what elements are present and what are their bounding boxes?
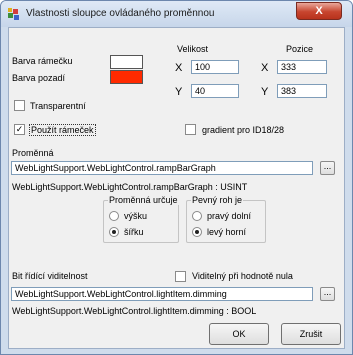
radio-bottom-right-label: pravý dolní [207, 211, 252, 221]
title-bar[interactable]: Vlastnosti sloupce ovládaného proměnnou … [1, 1, 352, 27]
size-x-input[interactable]: 100 [191, 60, 239, 74]
transparent-checkbox[interactable] [14, 100, 25, 111]
ok-button[interactable]: OK [209, 323, 269, 345]
window-title: Vlastnosti sloupce ovládaného proměnnou [26, 8, 215, 19]
position-label: Pozice [286, 44, 314, 54]
visible-zero-label: Viditelný při hodnotě nula [192, 271, 293, 281]
size-y-label: Y [175, 86, 183, 98]
determines-group: Proměnná určuje výšku šířku [103, 195, 179, 243]
size-label: Velikost [177, 44, 209, 54]
radio-height[interactable] [109, 211, 119, 221]
pos-x-input[interactable]: 333 [277, 60, 327, 74]
gradient-checkbox[interactable] [185, 124, 196, 135]
dialog-window: Vlastnosti sloupce ovládaného proměnnou … [0, 0, 353, 355]
radio-width-label: šířku [124, 227, 144, 237]
radio-bottom-right[interactable] [192, 211, 202, 221]
gradient-label: gradient pro ID18/28 [202, 125, 285, 135]
pos-y-input[interactable]: 383 [277, 84, 327, 98]
visibility-label: Bit řídící viditelnost [12, 271, 88, 281]
background-color-swatch[interactable] [110, 70, 143, 84]
visible-zero-checkbox[interactable] [175, 271, 186, 282]
pos-y-label: Y [261, 86, 269, 98]
use-frame-label: Použít rámeček [29, 124, 96, 136]
variable-label: Proměnná [12, 148, 54, 158]
visibility-browse-button[interactable]: ... [320, 287, 335, 301]
visibility-input[interactable]: WebLightSupport.WebLightControl.lightIte… [11, 287, 313, 301]
radio-width-dot [112, 230, 116, 234]
radio-top-left-label: levý horní [207, 227, 247, 237]
radio-height-label: výšku [124, 211, 148, 221]
use-frame-checkbox[interactable]: ✓ [14, 124, 25, 135]
size-y-input[interactable]: 40 [191, 84, 239, 98]
app-icon [8, 8, 19, 20]
fixed-corner-legend: Pevný roh je [191, 195, 244, 205]
variable-browse-button[interactable]: ... [320, 161, 335, 175]
close-icon: X [315, 5, 323, 17]
determines-legend: Proměnná určuje [108, 195, 179, 205]
background-color-label: Barva pozadí [12, 73, 66, 83]
visibility-type-info: WebLightSupport.WebLightControl.lightIte… [12, 306, 257, 316]
radio-top-left-dot [195, 230, 199, 234]
frame-color-swatch[interactable] [110, 55, 143, 69]
close-button[interactable]: X [296, 2, 342, 20]
size-x-label: X [175, 62, 183, 74]
radio-top-left[interactable] [192, 227, 202, 237]
fixed-corner-group: Pevný roh je pravý dolní levý horní [186, 195, 266, 243]
transparent-label: Transparentní [30, 101, 86, 111]
pos-x-label: X [261, 62, 269, 74]
dialog-client-area: Barva rámečku Barva pozadí Velikost Pozi… [8, 27, 345, 349]
frame-color-label: Barva rámečku [12, 56, 73, 66]
variable-type-info: WebLightSupport.WebLightControl.rampBarG… [12, 182, 248, 192]
radio-width[interactable] [109, 227, 119, 237]
variable-input[interactable]: WebLightSupport.WebLightControl.rampBarG… [11, 161, 313, 175]
cancel-button[interactable]: Zrušit [281, 323, 341, 345]
